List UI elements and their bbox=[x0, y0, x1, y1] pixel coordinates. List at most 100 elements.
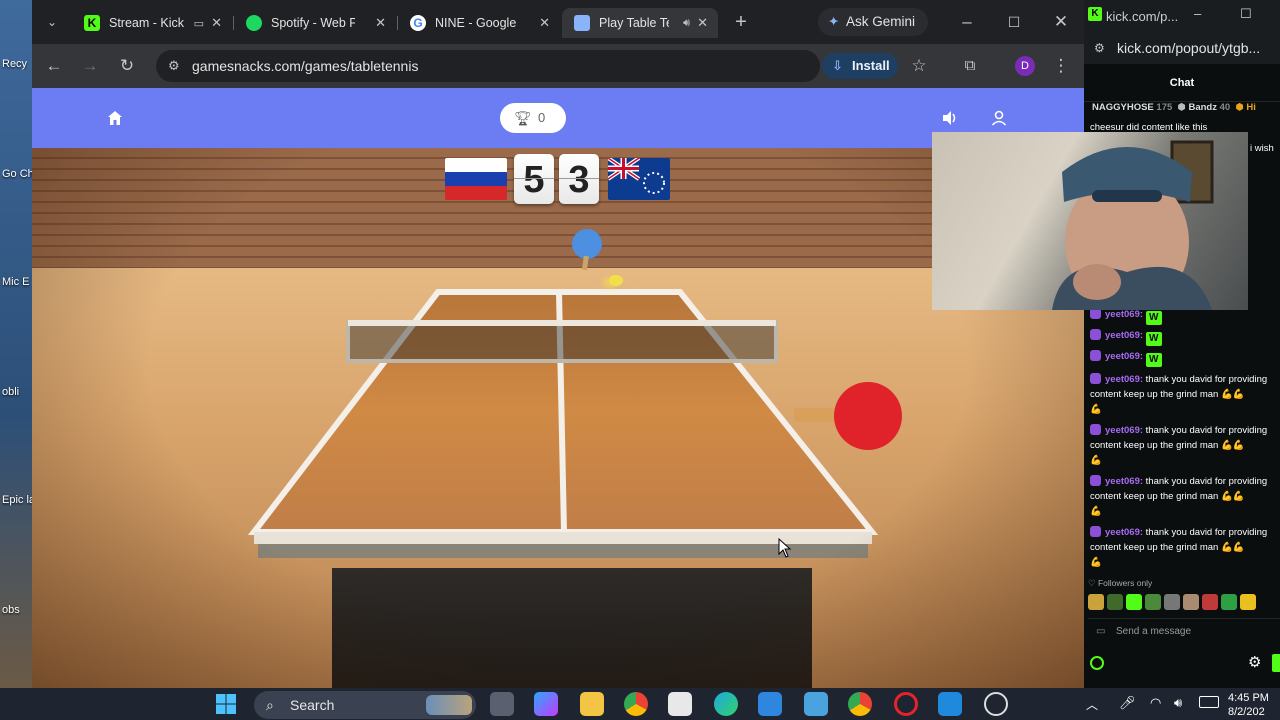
copilot-icon[interactable] bbox=[534, 692, 558, 716]
app-icon[interactable] bbox=[804, 692, 828, 716]
gamesnacks-icon bbox=[574, 15, 590, 31]
new-tab-button[interactable]: + bbox=[729, 10, 753, 34]
kick-icon: K bbox=[84, 15, 100, 31]
minimize-button[interactable]: – bbox=[955, 10, 979, 34]
tab-search-button[interactable]: ⌄ bbox=[40, 10, 64, 34]
windows-start-icon[interactable] bbox=[214, 692, 238, 716]
maximize-button[interactable]: ☐ bbox=[1002, 10, 1026, 34]
close-tab-icon[interactable]: ✕ bbox=[375, 15, 386, 31]
chrome-profile-icon[interactable] bbox=[848, 692, 872, 716]
gift-leaderboard: NAGGYHOSE 175 ⬢ Bandz 40 ⬢ Hi bbox=[1092, 102, 1256, 113]
ask-gemini-button[interactable]: ✦ Ask Gemini bbox=[818, 8, 928, 36]
leader-count: 175 bbox=[1156, 102, 1173, 113]
desktop-icon-epic[interactable]: Epic lau bbox=[2, 494, 32, 506]
menu-kebab-icon[interactable]: ⋮ bbox=[1049, 54, 1073, 78]
chat-message-input[interactable]: ▭ Send a message bbox=[1088, 618, 1280, 644]
desktop-icon-recycle-bin[interactable]: Recy bbox=[2, 58, 32, 70]
close-tab-icon[interactable]: ✕ bbox=[211, 15, 222, 31]
forward-button[interactable]: → bbox=[78, 54, 102, 78]
tab-title: NINE - Google S bbox=[435, 16, 519, 30]
minimize-button[interactable]: – bbox=[1194, 6, 1201, 21]
tab-kick-stream[interactable]: K Stream - Kick ▭ ✕ bbox=[72, 8, 232, 38]
chat-url-bar[interactable]: ⚙ kick.com/popout/ytgb... bbox=[1084, 32, 1280, 64]
bookmark-star-icon[interactable]: ☆ bbox=[907, 54, 931, 78]
pen-app-icon[interactable] bbox=[938, 692, 962, 716]
home-button[interactable] bbox=[100, 103, 130, 133]
sub-badge-icon bbox=[1090, 329, 1101, 340]
send-button[interactable] bbox=[1272, 654, 1280, 672]
site-info-icon[interactable]: ⚙ bbox=[1094, 32, 1105, 64]
back-button[interactable]: ← bbox=[42, 54, 66, 78]
maximize-button[interactable]: ☐ bbox=[1240, 6, 1252, 22]
tab-table-tennis[interactable]: Play Table Te 🔊︎ ✕ bbox=[562, 8, 718, 38]
clock-date: 8/2/202 bbox=[1228, 706, 1265, 718]
battery-icon[interactable] bbox=[1199, 696, 1219, 708]
kick-chat-window: K kick.com/p... – ☐ ⚙ kick.com/popout/yt… bbox=[1084, 0, 1280, 688]
install-icon: ⇩ bbox=[832, 58, 843, 73]
photos-icon[interactable] bbox=[758, 692, 782, 716]
sub-badge-icon bbox=[1090, 475, 1101, 486]
desktop-icon-obs[interactable]: obs bbox=[2, 604, 32, 616]
settings-gear-icon[interactable]: ⚙ bbox=[1248, 653, 1261, 671]
task-view-icon[interactable] bbox=[490, 692, 514, 716]
store-icon[interactable] bbox=[668, 692, 692, 716]
chat-actions: ⚙ bbox=[1084, 650, 1280, 680]
chat-message: yeet069: thank you david for providing c… bbox=[1090, 526, 1268, 568]
volume-icon[interactable]: 🔊︎ bbox=[1174, 695, 1182, 711]
chat-message: yeet069: thank you david for providing c… bbox=[1090, 373, 1268, 415]
opera-icon[interactable] bbox=[894, 692, 918, 716]
edge-icon[interactable] bbox=[714, 692, 738, 716]
search-icon: ⌕ bbox=[266, 697, 274, 713]
speaker-icon[interactable]: 🔊︎ bbox=[683, 17, 690, 30]
address-bar[interactable]: ⚙ gamesnacks.com/games/tabletennis bbox=[156, 50, 820, 82]
tab-spotify[interactable]: Spotify - Web Pl ✕ bbox=[234, 8, 396, 38]
home-icon bbox=[108, 111, 122, 125]
sound-button[interactable] bbox=[935, 103, 965, 133]
chat-header: Chat bbox=[1084, 64, 1280, 102]
extensions-icon[interactable]: ⧉ bbox=[958, 54, 982, 78]
wifi-icon[interactable]: ◠ bbox=[1150, 695, 1161, 711]
leader-name: NAGGYHOSE bbox=[1092, 102, 1154, 113]
close-tab-icon[interactable]: ✕ bbox=[697, 15, 708, 31]
tab-google-sheets[interactable]: G NINE - Google S ✕ bbox=[398, 8, 560, 38]
microphone-icon[interactable]: 🎤︎ bbox=[1119, 695, 1136, 711]
desktop-icon-oblivion[interactable]: obli bbox=[2, 386, 32, 398]
taskbar-clock[interactable]: 4:45 PM 8/2/202 bbox=[1228, 691, 1269, 719]
close-tab-icon[interactable]: ✕ bbox=[539, 15, 550, 31]
taskbar-search[interactable]: ⌕ Search bbox=[254, 691, 476, 719]
close-window-button[interactable]: ✕ bbox=[1049, 10, 1073, 34]
leader-name: Hi bbox=[1246, 102, 1256, 113]
leader-count: 40 bbox=[1219, 102, 1231, 113]
w-emote-icon: W bbox=[1145, 353, 1162, 367]
leader-name: Bandz bbox=[1188, 102, 1217, 113]
profile-avatar[interactable]: D bbox=[1015, 56, 1035, 76]
reload-button[interactable]: ↻ bbox=[115, 54, 139, 78]
chat-message: i wish bbox=[1250, 143, 1274, 154]
ask-gemini-label: Ask Gemini bbox=[846, 14, 916, 29]
desktop-icon-edge[interactable]: Mic E bbox=[2, 276, 32, 288]
chrome-icon[interactable] bbox=[624, 692, 648, 716]
browser-window: ⌄ K Stream - Kick ▭ ✕ Spotify - Web Pl ✕… bbox=[32, 0, 1084, 688]
search-label: Search bbox=[290, 697, 335, 713]
webcam-overlay bbox=[932, 132, 1248, 310]
followers-only-notice: ♡ Followers only bbox=[1088, 578, 1153, 588]
game-canvas[interactable]: 🏆︎ 0 bbox=[32, 88, 1084, 688]
trophy-icon: 🏆︎ bbox=[514, 110, 532, 126]
chevron-up-icon[interactable]: ︿ bbox=[1086, 696, 1098, 713]
desktop-icon-chrome[interactable]: Go Ch bbox=[2, 168, 32, 180]
w-emote-icon: W bbox=[1145, 332, 1162, 346]
spotify-icon bbox=[246, 15, 262, 31]
chat-message: yeet069: W bbox=[1090, 349, 1280, 367]
chat-message: yeet069: thank you david for providing c… bbox=[1090, 475, 1268, 517]
file-explorer-icon[interactable] bbox=[580, 692, 604, 716]
gemini-icon: ✦ bbox=[828, 14, 840, 29]
emote-bar[interactable] bbox=[1088, 594, 1280, 612]
install-app-button[interactable]: ⇩ Install bbox=[822, 53, 898, 79]
chat-message: yeet069: W bbox=[1090, 328, 1280, 346]
obs-icon[interactable] bbox=[984, 692, 1008, 716]
windows-taskbar: ⌕ Search ︿ 🎤︎ ◠ 🔊︎ 4:45 PM 8/2/202 bbox=[0, 688, 1280, 720]
site-info-icon[interactable]: ⚙ bbox=[168, 50, 180, 82]
profile-button[interactable] bbox=[984, 103, 1014, 133]
emote-picker-icon[interactable] bbox=[1090, 656, 1104, 670]
cast-icon: ▭ bbox=[193, 17, 204, 30]
